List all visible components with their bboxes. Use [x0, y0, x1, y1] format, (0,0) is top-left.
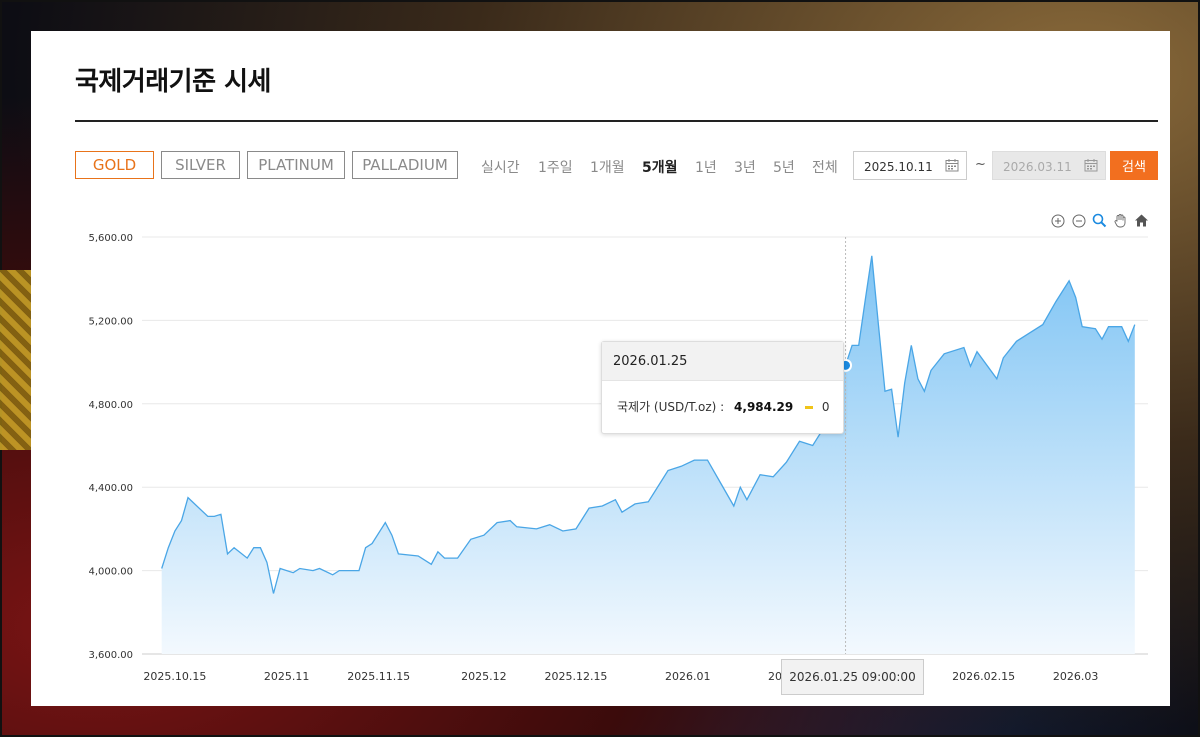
calendar-icon[interactable]	[945, 158, 959, 172]
title-divider	[75, 120, 1158, 122]
period-1year[interactable]: 1년	[695, 157, 717, 177]
metal-tab-palladium[interactable]: PALLADIUM	[352, 151, 458, 179]
price-area	[161, 255, 1135, 655]
x-tick-label: 2026.01	[665, 670, 711, 683]
crosshair-x-label: 2026.01.25 09:00:00	[781, 659, 924, 695]
x-tick-label: 2026.02.15	[952, 670, 1015, 683]
end-date-value: 2026.03.11	[1003, 160, 1072, 174]
y-tick-label: 4,800.00	[88, 400, 133, 411]
price-panel: 국제거래기준 시세 GOLD SILVER PLATINUM PALLADIUM…	[31, 31, 1170, 706]
period-realtime[interactable]: 실시간	[481, 157, 520, 177]
metal-tab-gold[interactable]: GOLD	[75, 151, 154, 179]
search-button[interactable]: 검색	[1110, 151, 1158, 180]
period-5month[interactable]: 5개월	[642, 157, 678, 177]
period-all[interactable]: 전체	[812, 157, 838, 177]
price-chart[interactable]: 5,600.00 5,200.00 4,800.00 4,400.00 4,000.00…	[31, 221, 1170, 706]
tooltip-value: 4,984.29	[734, 400, 794, 414]
y-tick-label: 4,000.00	[88, 567, 133, 578]
x-tick-label: 2025.12	[461, 670, 507, 683]
metal-tab-silver[interactable]: SILVER	[161, 151, 240, 179]
background-gold-chain	[0, 270, 32, 450]
y-tick-label: 5,200.00	[88, 316, 133, 327]
end-date-field[interactable]: 2026.03.11	[992, 151, 1106, 180]
tooltip-body: 국제가 (USD/T.oz) : 4,984.29 0	[602, 381, 843, 415]
tooltip-change: 0	[821, 400, 830, 414]
calendar-icon[interactable]	[1084, 158, 1098, 172]
y-tick-label: 5,600.00	[88, 233, 133, 244]
y-tick-label: 3,600.00	[88, 650, 133, 661]
x-tick-label: 2025.11	[264, 670, 310, 683]
price-tooltip: 2026.01.25 국제가 (USD/T.oz) : 4,984.29 0	[601, 341, 844, 434]
tooltip-series-label: 국제가 (USD/T.oz) :	[617, 400, 725, 414]
period-5year[interactable]: 5년	[773, 157, 795, 177]
period-1month[interactable]: 1개월	[590, 157, 625, 177]
x-tick-label: 2025.11.15	[347, 670, 410, 683]
start-date-value: 2025.10.11	[864, 160, 933, 174]
x-tick-label: 2026.03	[1053, 670, 1099, 683]
x-tick-label: 2025.12.15	[544, 670, 607, 683]
tooltip-date: 2026.01.25	[602, 342, 843, 381]
y-tick-label: 4,400.00	[88, 483, 133, 494]
start-date-field[interactable]: 2025.10.11	[853, 151, 967, 180]
period-3year[interactable]: 3년	[734, 157, 756, 177]
date-separator: ~	[975, 157, 986, 172]
page-title: 국제거래기준 시세	[75, 67, 271, 97]
metal-tab-platinum[interactable]: PLATINUM	[247, 151, 345, 179]
period-1week[interactable]: 1주일	[538, 157, 573, 177]
x-tick-label: 2025.10.15	[143, 670, 206, 683]
change-dash-icon	[805, 406, 814, 409]
